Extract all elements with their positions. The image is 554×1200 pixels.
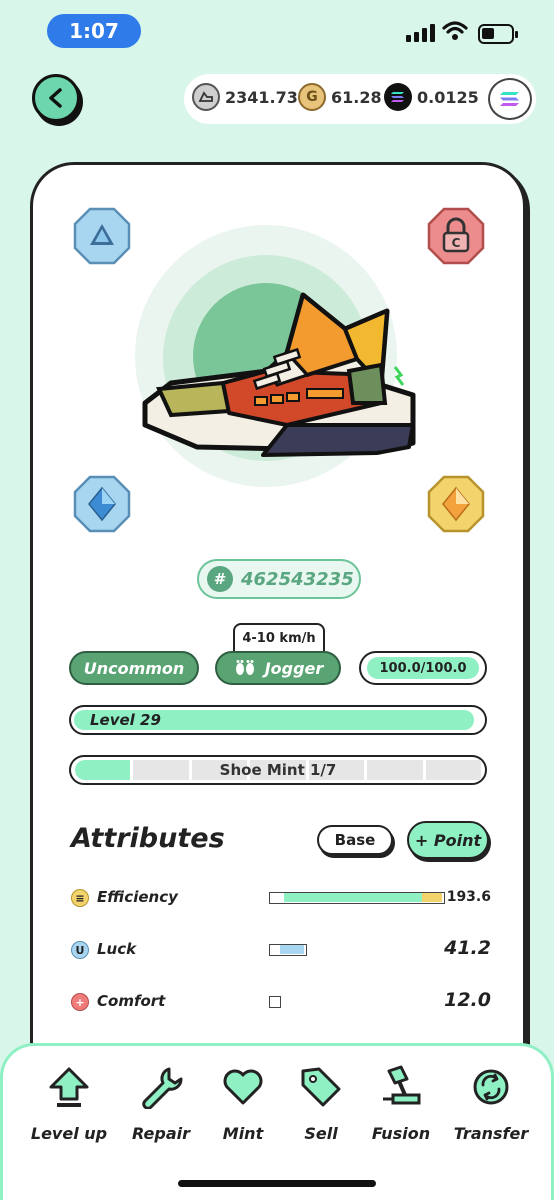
gmt-value: 61.28 xyxy=(331,87,382,107)
status-bar: 1:07 xyxy=(0,0,554,64)
add-point-button[interactable]: + Point xyxy=(407,821,489,859)
mint-progress-bar: Shoe Mint 1/7 xyxy=(69,755,487,785)
mint-button[interactable]: Mint xyxy=(203,1064,283,1143)
gst-icon xyxy=(192,83,220,111)
level-up-icon xyxy=(49,1067,89,1107)
sneaker-card: C # 462543235 4-10 km/h Uncommon Jogger … xyxy=(30,162,526,1122)
sol-icon xyxy=(384,83,412,111)
repair-button[interactable]: Repair xyxy=(121,1064,201,1143)
attributes-title: Attributes xyxy=(71,823,225,854)
sell-label: Sell xyxy=(304,1124,338,1143)
attribute-value: 41.2 xyxy=(444,937,491,959)
lock-icon[interactable]: C xyxy=(427,207,485,265)
cellular-signal-icon xyxy=(406,24,435,42)
attribute-row-comfort: + Comfort 12.0 xyxy=(71,987,491,1017)
gmt-icon: G xyxy=(298,83,326,111)
hash-icon: # xyxy=(207,566,233,592)
luck-icon: U xyxy=(71,941,89,959)
status-time: 1:07 xyxy=(47,14,141,48)
level-progress-fill: Level 29 xyxy=(74,710,474,730)
level-up-label: Level up xyxy=(30,1124,108,1143)
mint-label-nav: Mint xyxy=(222,1124,264,1143)
sneaker-image xyxy=(142,292,416,457)
bottom-action-bar: Level up Repair Mint Sell Fusion Transfe… xyxy=(0,1043,554,1200)
level-up-button[interactable]: Level up xyxy=(29,1064,109,1143)
level-progress-bar: Level 29 xyxy=(69,705,487,735)
socket-yellow-gem-icon[interactable] xyxy=(427,475,485,533)
transfer-label: Transfer xyxy=(453,1124,529,1143)
speed-range-tag: 4-10 km/h xyxy=(233,623,325,651)
solana-icon xyxy=(500,92,519,106)
efficiency-bar xyxy=(269,892,445,904)
type-badge[interactable]: Jogger xyxy=(215,651,341,685)
sol-balance: 0.0125 xyxy=(384,83,479,111)
level-label: Level 29 xyxy=(90,711,161,729)
attribute-value: 12.0 xyxy=(444,989,491,1011)
luck-bar xyxy=(269,944,307,956)
sell-button[interactable]: Sell xyxy=(281,1064,361,1143)
gst-balance: 2341.73 xyxy=(192,83,298,111)
sneaker-id: 462543235 xyxy=(241,568,354,590)
durability-value: 100.0/100.0 xyxy=(367,657,479,679)
chevron-left-icon xyxy=(49,88,62,108)
attribute-name: Efficiency xyxy=(97,888,178,906)
socket-blue-gem-icon[interactable] xyxy=(73,475,131,533)
attribute-row-luck: U Luck 41.2 xyxy=(71,935,491,965)
attribute-name: Luck xyxy=(97,940,137,958)
currency-bar: 2341.73 G 61.28 0.0125 xyxy=(184,74,536,124)
repair-label: Repair xyxy=(132,1124,190,1143)
gst-value: 2341.73 xyxy=(225,87,298,107)
efficiency-icon: ≡ xyxy=(71,889,89,907)
gmt-balance: G 61.28 xyxy=(298,83,382,111)
home-indicator[interactable] xyxy=(178,1180,376,1187)
attribute-value: 193.6 xyxy=(446,889,491,905)
hammer-icon xyxy=(383,1065,421,1105)
durability-badge: 100.0/100.0 xyxy=(359,651,487,685)
fusion-label: Fusion xyxy=(371,1124,431,1143)
sneaker-id-badge[interactable]: # 462543235 xyxy=(197,559,361,599)
footprints-icon xyxy=(235,660,254,675)
attribute-name: Comfort xyxy=(97,992,166,1010)
base-button[interactable]: Base xyxy=(317,825,393,855)
transfer-icon xyxy=(473,1069,509,1105)
wifi-icon xyxy=(442,21,468,40)
rarity-badge: Uncommon xyxy=(69,651,199,685)
sol-value: 0.0125 xyxy=(417,87,479,107)
type-label: Jogger xyxy=(264,658,324,678)
wrench-icon xyxy=(142,1067,183,1109)
fusion-button[interactable]: Fusion xyxy=(361,1064,441,1143)
comfort-icon: + xyxy=(71,993,89,1011)
comfort-bar xyxy=(269,996,281,1008)
heart-icon xyxy=(223,1069,263,1105)
mint-label: Shoe Mint 1/7 xyxy=(219,761,337,779)
wallet-chain-button[interactable] xyxy=(488,78,532,120)
svg-text:C: C xyxy=(452,236,461,250)
transfer-button[interactable]: Transfer xyxy=(451,1064,531,1143)
attribute-row-efficiency: ≡ Efficiency 193.6 xyxy=(71,883,491,913)
tag-icon xyxy=(301,1067,341,1107)
socket-blue-triangle-icon[interactable] xyxy=(73,207,131,265)
back-button[interactable] xyxy=(32,74,80,122)
battery-icon xyxy=(478,24,518,44)
